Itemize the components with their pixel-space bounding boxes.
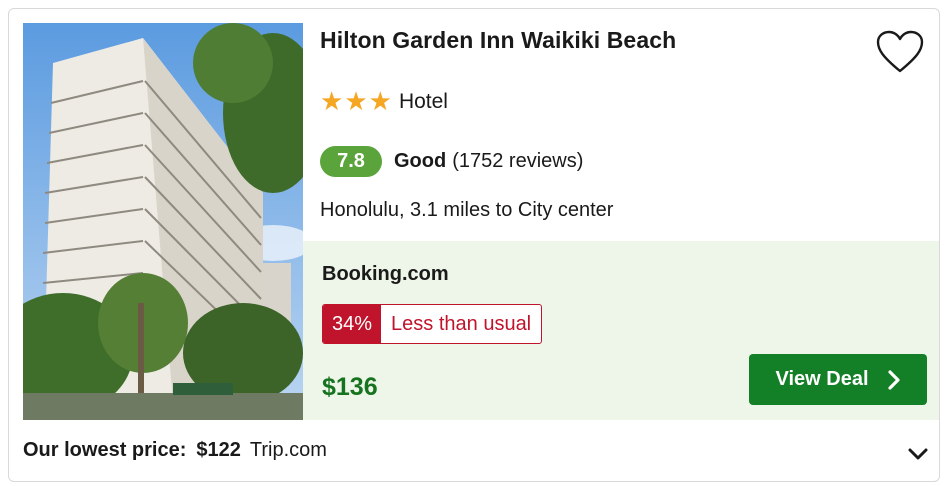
heart-icon[interactable] (875, 29, 925, 75)
review-summary: 7.8 Good (1752 reviews) (320, 146, 583, 177)
view-deal-label: View Deal (775, 368, 869, 390)
chevron-right-icon (887, 369, 901, 390)
star-icon: ★ (344, 87, 368, 117)
hotel-photo[interactable] (23, 23, 303, 420)
lowest-price-source: Trip.com (249, 439, 327, 461)
deal-provider: Booking.com (322, 263, 449, 285)
hotel-card[interactable]: Hilton Garden Inn Waikiki Beach ★ ★ ★ Ho… (8, 8, 940, 482)
lowest-price-row[interactable]: Our lowest price: $122 Trip.com (23, 439, 327, 462)
hotel-photo-image (23, 23, 303, 420)
discount-percent: 34% (323, 305, 382, 343)
deal-panel: Booking.com 34% Less than usual $136 Vie… (303, 241, 939, 420)
review-count: (1752 reviews) (452, 150, 584, 172)
discount-text: Less than usual (391, 312, 532, 335)
hotel-name[interactable]: Hilton Garden Inn Waikiki Beach (320, 27, 676, 54)
rating-label: Good (394, 150, 447, 172)
star-icon: ★ (320, 87, 344, 117)
hotel-type: Hotel (398, 90, 448, 113)
star-icon: ★ (368, 87, 392, 117)
deal-price: $136 (322, 373, 378, 401)
view-deal-button[interactable]: View Deal (749, 354, 927, 405)
lowest-price-label: Our lowest price: (23, 439, 187, 461)
hotel-location: Honolulu, 3.1 miles to City center (320, 199, 614, 221)
rating-badge: 7.8 (320, 146, 382, 177)
lowest-price-value: $122 (196, 439, 241, 461)
discount-badge: 34% Less than usual (322, 304, 543, 344)
chevron-down-icon[interactable] (905, 441, 931, 467)
star-rating: ★ ★ ★ Hotel (320, 89, 448, 115)
